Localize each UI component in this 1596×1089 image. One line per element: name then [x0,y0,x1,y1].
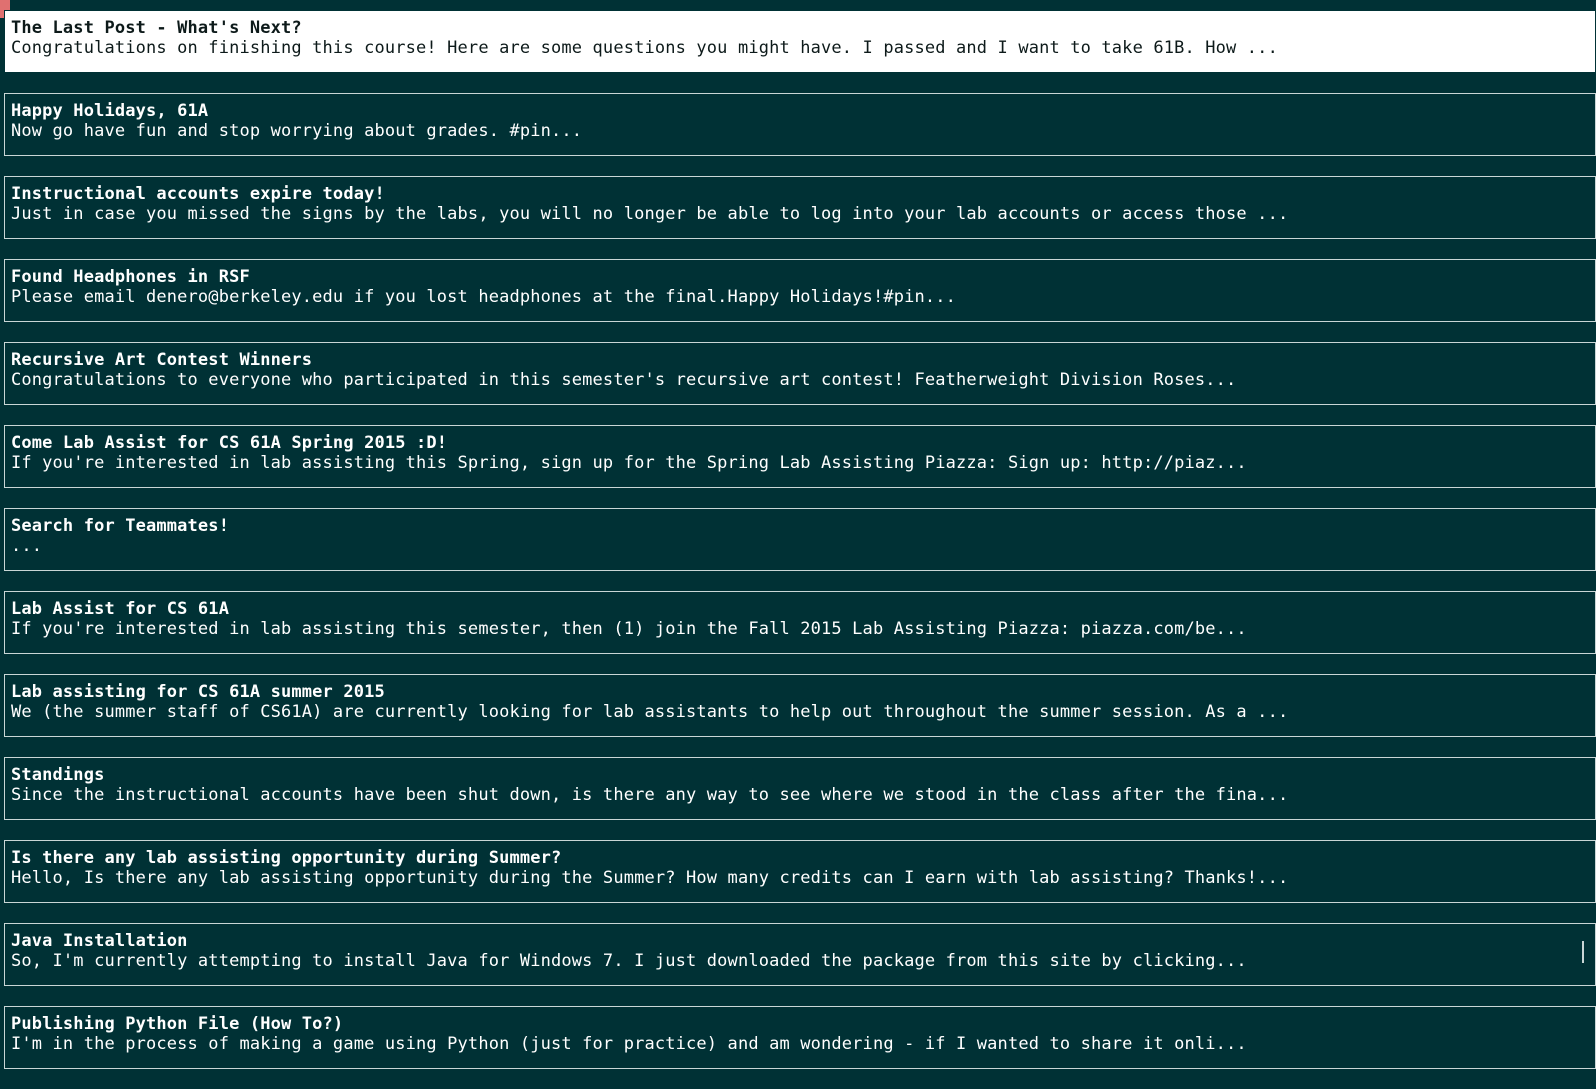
post-item[interactable]: Standings Since the instructional accoun… [4,757,1596,820]
post-title: Come Lab Assist for CS 61A Spring 2015 :… [11,433,448,453]
post-item[interactable]: Happy Holidays, 61A Now go have fun and … [4,93,1596,156]
post-preview: I'm in the process of making a game usin… [11,1034,1247,1054]
post-preview: Hello, Is there any lab assisting opport… [11,868,1289,888]
post-item[interactable]: The Last Post - What's Next? Congratulat… [4,10,1596,73]
post-title: Is there any lab assisting opportunity d… [11,848,562,868]
post-item[interactable]: Lab assisting for CS 61A summer 2015 We … [4,674,1596,737]
post-preview: Now go have fun and stop worrying about … [11,121,583,141]
post-preview: Since the instructional accounts have be… [11,785,1289,805]
post-item[interactable]: Search for Teammates! ... [4,508,1596,571]
post-item[interactable]: Come Lab Assist for CS 61A Spring 2015 :… [4,425,1596,488]
post-preview: Congratulations on finishing this course… [11,38,1278,58]
post-title: Instructional accounts expire today! [11,184,385,204]
post-title: The Last Post - What's Next? [11,18,302,38]
post-title: Found Headphones in RSF [11,267,250,287]
post-title: Recursive Art Contest Winners [11,350,313,370]
post-item[interactable]: Publishing Python File (How To?) I'm in … [4,1006,1596,1069]
post-title: Publishing Python File (How To?) [11,1014,344,1034]
post-item[interactable]: Found Headphones in RSF Please email den… [4,259,1596,322]
post-title: Search for Teammates! [11,516,230,536]
post-title: Happy Holidays, 61A [11,101,209,121]
post-title: Lab assisting for CS 61A summer 2015 [11,682,385,702]
post-preview: ... [11,536,43,556]
post-preview: If you're interested in lab assisting th… [11,453,1247,473]
post-title: Lab Assist for CS 61A [11,599,230,619]
post-item[interactable]: Lab Assist for CS 61A If you're interest… [4,591,1596,654]
post-title: Standings [11,765,105,785]
post-title: Java Installation [11,931,188,951]
text-cursor [1582,941,1584,963]
post-item[interactable]: Java Installation So, I'm currently atte… [4,923,1596,986]
post-preview: So, I'm currently attempting to install … [11,951,1247,971]
post-item[interactable]: Recursive Art Contest Winners Congratula… [4,342,1596,405]
post-item[interactable]: Instructional accounts expire today! Jus… [4,176,1596,239]
post-preview: We (the summer staff of CS61A) are curre… [11,702,1289,722]
post-preview: If you're interested in lab assisting th… [11,619,1247,639]
post-preview: Please email denero@berkeley.edu if you … [11,287,957,307]
post-item[interactable]: Is there any lab assisting opportunity d… [4,840,1596,903]
post-preview: Congratulations to everyone who particip… [11,370,1237,390]
post-list: The Last Post - What's Next? Congratulat… [4,10,1596,1089]
post-preview: Just in case you missed the signs by the… [11,204,1289,224]
